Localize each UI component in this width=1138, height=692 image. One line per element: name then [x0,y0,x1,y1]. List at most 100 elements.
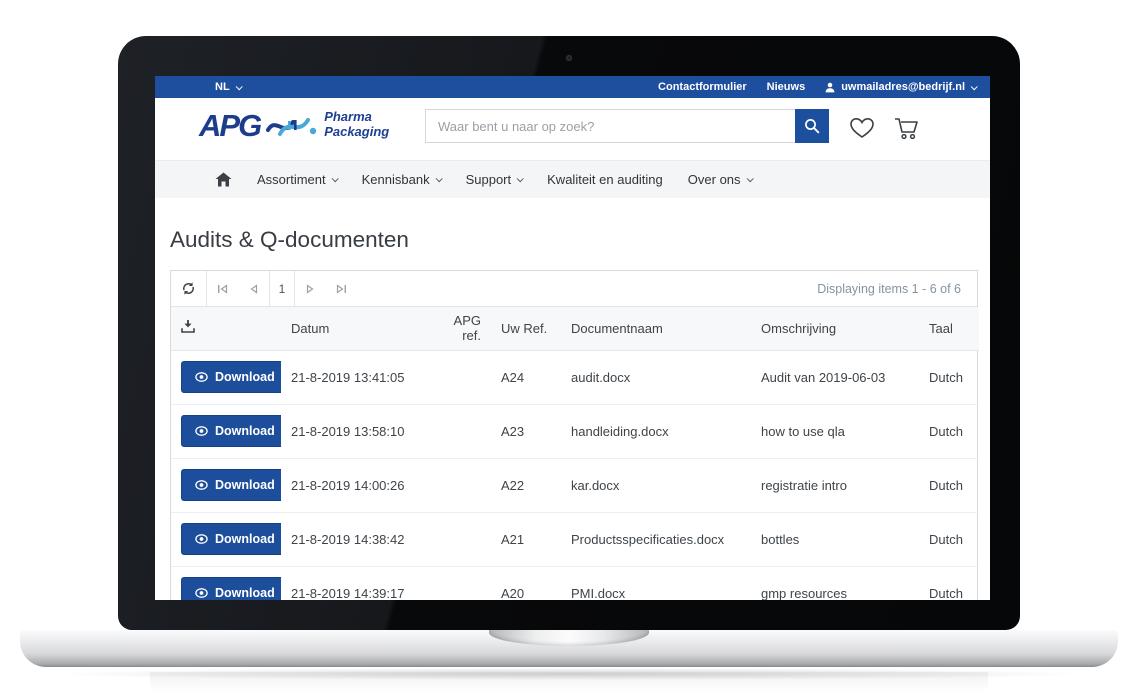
column-documentnaam[interactable]: Documentnaam [561,307,751,350]
mockup-stage: NL Contactformulier Nieuws uwmailadres@b… [0,0,1138,692]
main-nav: Assortiment Kennisbank Support Kwaliteit… [155,160,990,198]
cell-documentnaam: handleiding.docx [561,404,751,458]
column-omschrijving[interactable]: Omschrijving [751,307,919,350]
nav-item-over-ons[interactable]: Over ons [688,172,752,187]
cell-datum: 21-8-2019 14:39:17 [281,566,426,600]
cell-taal: Dutch [919,350,979,404]
main-content: Audits & Q-documenten [155,227,990,600]
refresh-button[interactable] [171,271,207,306]
logo-wordmark: APG [199,110,260,141]
topbar-link-nieuws[interactable]: Nieuws [767,81,806,93]
logo-tagline-line1: Pharma [324,109,372,124]
eye-icon [195,372,208,382]
nav-item-kwaliteit-en-auditing[interactable]: Kwaliteit en auditing [547,172,663,187]
pagination: 1 [207,271,357,306]
table-header-row: Datum APG ref. Uw Ref. Documentnaam Omsc… [171,307,979,350]
laptop-reflection [150,672,988,692]
nav-label: Kwaliteit en auditing [547,172,663,187]
wishlist-button[interactable] [849,116,875,145]
topbar-links: Contactformulier Nieuws uwmailadres@bedr… [658,81,976,93]
column-taal[interactable]: Taal [919,307,979,350]
cell-taal: Dutch [919,512,979,566]
download-label: Download [215,532,275,546]
cell-apg-ref [426,512,491,566]
first-page-icon [217,284,228,294]
column-datum[interactable]: Datum [281,307,426,350]
nav-label: Kennisbank [362,172,430,187]
logo-tagline: Pharma Packaging [324,110,389,140]
search-button[interactable] [795,109,829,143]
topbar-link-contactformulier[interactable]: Contactformulier [658,81,747,93]
laptop-lid-notch [489,630,649,646]
cell-documentnaam: audit.docx [561,350,751,404]
cell-documentnaam: PMI.docx [561,566,751,600]
table-row: Download 21-8-2019 14:39:17 A20 PMI.docx… [171,566,979,600]
cell-datum: 21-8-2019 13:58:10 [281,404,426,458]
cell-taal: Dutch [919,566,979,600]
nav-home[interactable] [215,172,232,187]
cell-uw-ref: A21 [491,512,561,566]
home-icon [215,172,232,187]
chevron-down-icon [331,175,338,182]
nav-item-kennisbank[interactable]: Kennisbank [362,172,441,187]
topbar: NL Contactformulier Nieuws uwmailadres@b… [155,76,990,98]
language-selector[interactable]: NL [215,81,241,93]
prev-page-button[interactable] [238,271,269,306]
cell-uw-ref: A20 [491,566,561,600]
cell-apg-ref [426,458,491,512]
cell-datum: 21-8-2019 13:41:05 [281,350,426,404]
cell-apg-ref [426,566,491,600]
cell-omschrijving: registratie intro [751,458,919,512]
cell-documentnaam: Productsspecificaties.docx [561,512,751,566]
download-label: Download [215,586,275,600]
eye-icon [195,426,208,436]
language-label: NL [215,81,230,93]
cell-documentnaam: kar.docx [561,458,751,512]
column-apg-ref[interactable]: APG ref. [426,307,491,350]
download-button[interactable]: Download [181,577,281,600]
download-button[interactable]: Download [181,415,281,447]
documents-table: Datum APG ref. Uw Ref. Documentnaam Omsc… [171,307,979,600]
cell-datum: 21-8-2019 14:38:42 [281,512,426,566]
search-input[interactable] [425,109,795,143]
download-button[interactable]: Download [181,361,281,393]
cell-uw-ref: A23 [491,404,561,458]
cell-taal: Dutch [919,404,979,458]
download-button[interactable]: Download [181,469,281,501]
next-page-button[interactable] [295,271,326,306]
nav-item-assortiment[interactable]: Assortiment [257,172,337,187]
chevron-down-icon [746,175,753,182]
table-row: Download 21-8-2019 13:41:05 A24 audit.do… [171,350,979,404]
next-page-icon [306,284,315,294]
nav-label: Over ons [688,172,741,187]
table-row: Download 21-8-2019 13:58:10 A23 handleid… [171,404,979,458]
download-button[interactable]: Download [181,523,281,555]
account-menu[interactable]: uwmailadres@bedrijf.nl [825,81,976,93]
download-tray-icon [181,320,195,333]
table-row: Download 21-8-2019 14:38:42 A21 Products… [171,512,979,566]
last-page-button[interactable] [326,271,357,306]
laptop-base [20,630,1118,667]
cell-omschrijving: how to use qla [751,404,919,458]
cart-icon [893,116,921,141]
nav-item-support[interactable]: Support [466,172,523,187]
download-label: Download [215,478,275,492]
cart-button[interactable] [893,116,921,146]
site-logo[interactable]: APG Pharma Packaging [199,108,389,142]
search-icon [804,118,820,134]
column-uw-ref[interactable]: Uw Ref. [491,307,561,350]
page-number-input[interactable]: 1 [269,271,295,306]
first-page-button[interactable] [207,271,238,306]
download-label: Download [215,424,275,438]
chevron-down-icon [517,175,524,182]
cell-apg-ref [426,404,491,458]
heart-icon [849,116,875,140]
cell-datum: 21-8-2019 14:00:26 [281,458,426,512]
prev-page-icon [249,284,258,294]
person-icon [825,82,835,93]
browser-viewport: NL Contactformulier Nieuws uwmailadres@b… [155,76,990,600]
grid-toolbar: 1 [171,271,977,307]
eye-icon [195,534,208,544]
nav-label: Assortiment [257,172,326,187]
eye-icon [195,588,208,598]
